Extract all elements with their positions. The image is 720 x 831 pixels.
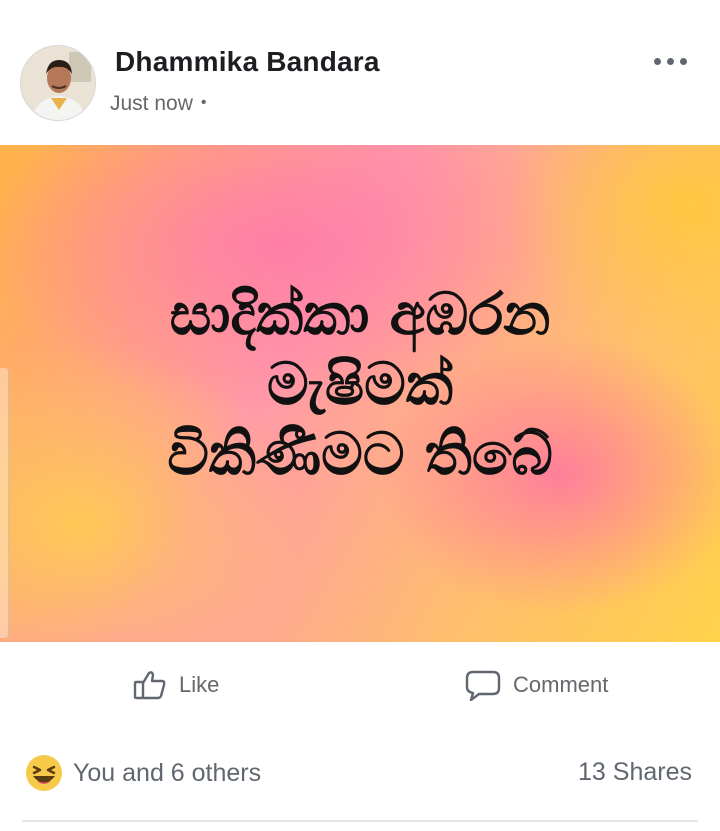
action-bar: Like Comment bbox=[0, 642, 720, 732]
post-text-line: සාදික්කා අඹරන bbox=[169, 279, 551, 348]
like-label: Like bbox=[179, 672, 220, 697]
post-text: සාදික්කා අඹරන මැෂිමක් විකිණීමට තිබේ bbox=[167, 279, 553, 489]
edge-handle[interactable] bbox=[0, 368, 9, 638]
avatar[interactable] bbox=[20, 45, 96, 121]
speech-bubble-icon bbox=[465, 670, 501, 701]
post-header: Dhammika Bandara Just now • bbox=[0, 0, 720, 145]
dot-icon bbox=[654, 58, 661, 65]
post-footer: You and 6 others 13 Shares bbox=[0, 732, 720, 812]
dot-icon bbox=[667, 58, 674, 65]
thumbs-up-icon bbox=[133, 671, 166, 700]
post-time[interactable]: Just now bbox=[110, 92, 193, 115]
post-background-banner: සාදික්කා අඹරන මැෂිමක් විකිණීමට තිබේ bbox=[0, 145, 720, 642]
comment-button[interactable]: Comment bbox=[465, 668, 608, 702]
author-name[interactable]: Dhammika Bandara bbox=[115, 46, 380, 78]
post-text-line: මැෂිමක් bbox=[267, 349, 453, 418]
post-text-line: විකිණීමට තිබේ bbox=[167, 419, 553, 488]
dot-icon bbox=[680, 58, 687, 65]
shares-count[interactable]: 13 Shares bbox=[578, 758, 692, 787]
reactions-text: You and 6 others bbox=[73, 758, 262, 787]
laughing-emoji-icon bbox=[26, 755, 62, 791]
profile-photo-icon bbox=[21, 46, 95, 120]
facebook-post: Dhammika Bandara Just now • සාදික්කා අඹරන… bbox=[0, 0, 720, 831]
divider bbox=[22, 820, 698, 822]
like-button[interactable]: Like bbox=[133, 668, 219, 702]
reaction-summary[interactable]: You and 6 others bbox=[25, 754, 261, 792]
privacy-separator: • bbox=[200, 94, 207, 111]
post-meta: Just now • bbox=[110, 92, 206, 116]
more-options-icon[interactable] bbox=[654, 54, 688, 68]
comment-label: Comment bbox=[513, 672, 609, 697]
